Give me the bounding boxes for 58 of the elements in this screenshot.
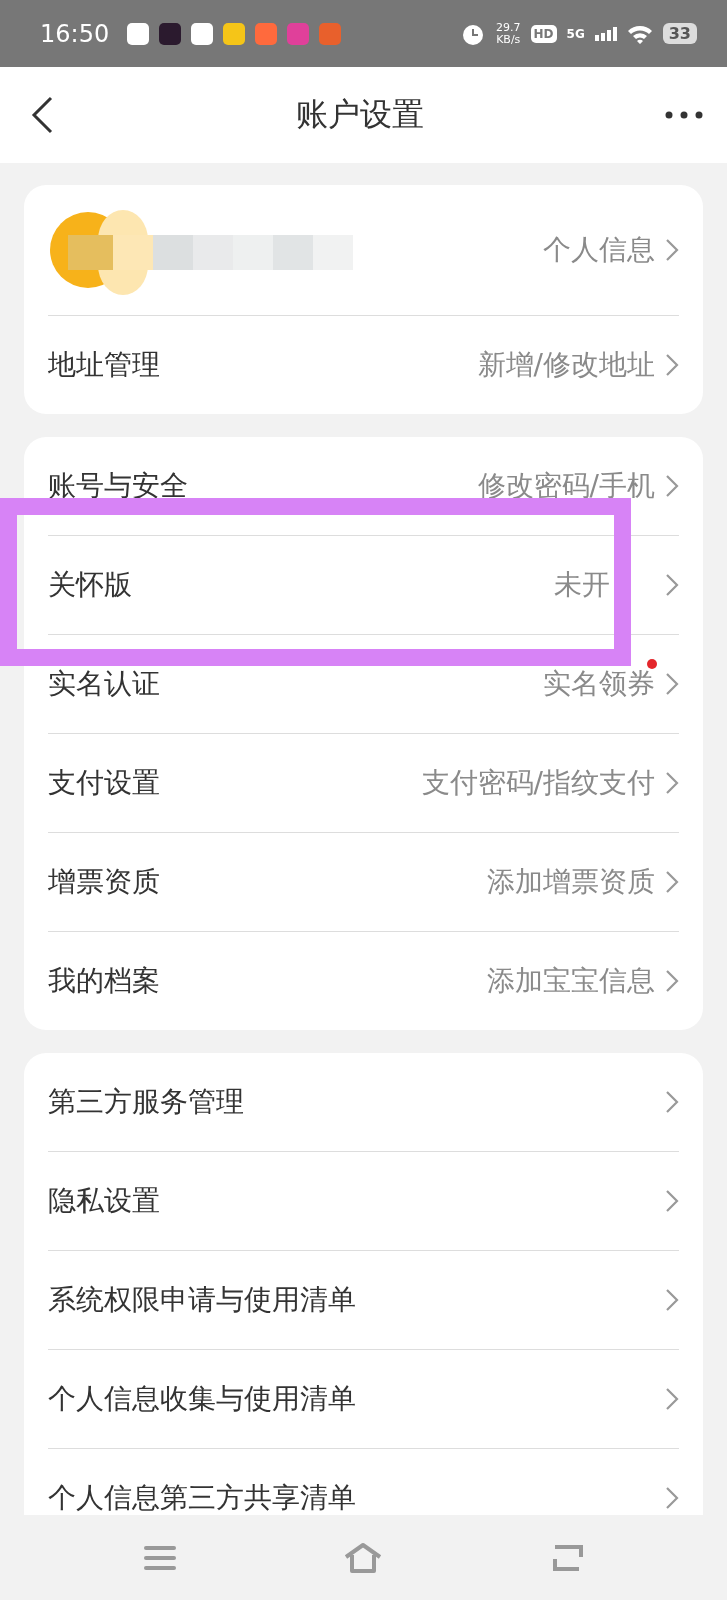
settings-row[interactable]: 系统权限申请与使用清单 xyxy=(48,1251,679,1350)
settings-row[interactable]: 账号与安全 修改密码/手机 xyxy=(48,437,679,536)
row-label: 账号与安全 xyxy=(48,468,189,504)
page-title: 账户设置 xyxy=(295,94,424,135)
settings-row[interactable]: 增票资质 添加增票资质 xyxy=(48,833,679,932)
chevron-right-icon xyxy=(665,672,679,696)
settings-row[interactable]: 地址管理 新增/修改地址 xyxy=(48,316,679,414)
network-type: 5G xyxy=(566,26,585,41)
chevron-right-icon xyxy=(665,238,679,262)
settings-row[interactable]: 我的档案 添加宝宝信息 xyxy=(48,932,679,1030)
row-value: 支付密码/指纹支付 xyxy=(421,765,655,801)
chevron-right-icon xyxy=(665,1387,679,1411)
row-value: 个人信息 xyxy=(543,232,655,268)
row-label: 隐私设置 xyxy=(48,1183,161,1219)
chevron-right-icon xyxy=(665,1189,679,1213)
chevron-right-icon xyxy=(665,969,679,993)
signal-icon xyxy=(594,26,617,41)
row-value: 添加宝宝信息 xyxy=(487,963,655,999)
back-icon xyxy=(30,96,54,134)
row-label: 增票资质 xyxy=(48,864,161,900)
row-label: 系统权限申请与使用清单 xyxy=(48,1282,357,1318)
status-time: 16:50 xyxy=(40,19,110,48)
speed-unit: KB/s xyxy=(496,33,521,46)
settings-row[interactable]: 第三方服务管理 xyxy=(48,1053,679,1152)
more-icon xyxy=(665,111,703,119)
row-value: 新增/修改地址 xyxy=(477,347,655,383)
row-label: 个人信息第三方共享清单 xyxy=(48,1480,357,1515)
row-value: 修改密码/手机 xyxy=(477,468,655,504)
row-value: 实名领券 xyxy=(543,666,655,702)
home-icon xyxy=(343,1541,384,1574)
row-value: 添加增票资质 xyxy=(487,864,655,900)
hd-badge: HD xyxy=(530,24,557,43)
row-label: 个人信息收集与使用清单 xyxy=(48,1381,357,1417)
chevron-right-icon xyxy=(665,1288,679,1312)
battery-level: 33 xyxy=(662,23,697,44)
settings-row[interactable]: 关怀版 未开 xyxy=(48,536,679,635)
chevron-right-icon xyxy=(665,1486,679,1510)
row-value: 未开 xyxy=(554,567,611,603)
row-label: 实名认证 xyxy=(48,666,161,702)
row-label: 第三方服务管理 xyxy=(48,1084,245,1120)
chevron-right-icon xyxy=(665,474,679,498)
row-label: 支付设置 xyxy=(48,765,161,801)
chevron-right-icon xyxy=(665,573,679,597)
chevron-right-icon xyxy=(665,353,679,377)
settings-row[interactable]: 支付设置 支付密码/指纹支付 xyxy=(48,734,679,833)
menu-icon xyxy=(143,1544,176,1571)
row-label: 我的档案 xyxy=(48,963,161,999)
settings-row[interactable]: 隐私设置 xyxy=(48,1152,679,1251)
network-speed: 29.7 xyxy=(496,21,521,34)
settings-row[interactable]: 个人信息收集与使用清单 xyxy=(48,1350,679,1449)
chevron-right-icon xyxy=(665,870,679,894)
back-nav-icon xyxy=(551,1542,584,1573)
chevron-right-icon xyxy=(665,1090,679,1114)
chevron-right-icon xyxy=(665,771,679,795)
row-label: 地址管理 xyxy=(48,347,161,383)
settings-row[interactable]: 实名认证 实名领券 xyxy=(48,635,679,734)
row-label: 关怀版 xyxy=(48,567,133,603)
settings-row[interactable]: 个人信息第三方共享清单 xyxy=(48,1449,679,1515)
